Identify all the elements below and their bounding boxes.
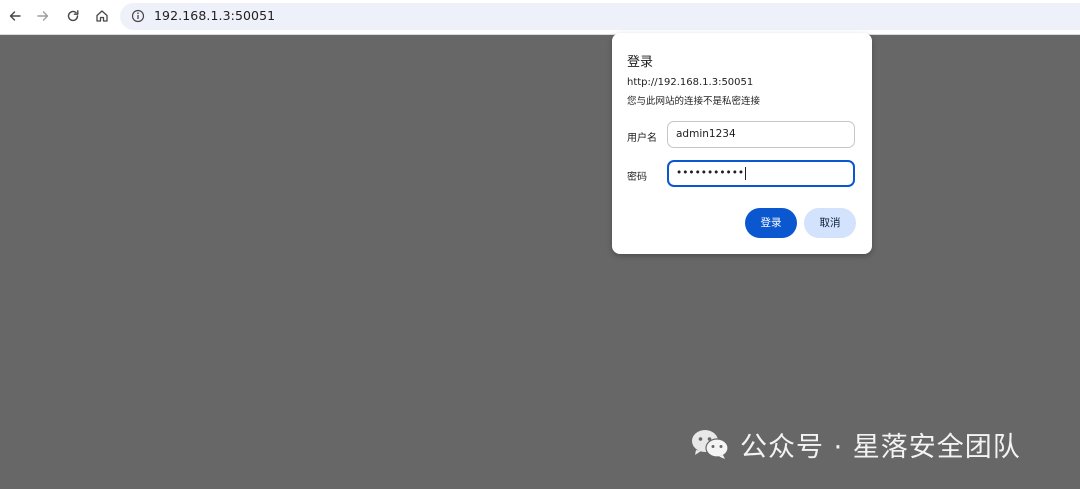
dialog-title: 登录 [627, 55, 654, 70]
forward-arrow-icon [37, 11, 49, 21]
dialog-warning: 您与此网站的连接不是私密连接 [627, 96, 761, 107]
cancel-button[interactable]: 取消 [804, 208, 856, 238]
home-icon [96, 10, 108, 22]
browser-window: 192.168.1.3:50051 登录 http://192.168.1.3:… [0, 0, 1080, 489]
username-input[interactable]: admin1234 [667, 121, 855, 148]
browser-toolbar: 192.168.1.3:50051 [0, 0, 1080, 35]
watermark-text: 公众号 · 星落安全团队 [740, 431, 1021, 463]
password-input[interactable]: ••••••••••• [667, 160, 855, 187]
reload-icon [67, 10, 79, 22]
back-arrow-icon [9, 11, 21, 21]
forward-button[interactable] [33, 6, 53, 26]
info-icon[interactable] [131, 9, 145, 23]
password-value: ••••••••••• [676, 167, 745, 179]
login-button[interactable]: 登录 [745, 208, 797, 238]
home-button[interactable] [92, 6, 112, 26]
password-label: 密码 [627, 172, 647, 183]
address-bar-url[interactable]: 192.168.1.3:50051 [154, 8, 275, 23]
reload-button[interactable] [63, 6, 83, 26]
watermark: 公众号 · 星落安全团队 [690, 424, 1021, 464]
username-label: 用户名 [627, 133, 657, 144]
address-bar[interactable]: 192.168.1.3:50051 [120, 3, 1080, 30]
dialog-url: http://192.168.1.3:50051 [627, 77, 754, 88]
wechat-icon [692, 430, 729, 459]
login-dialog: 登录 http://192.168.1.3:50051 您与此网站的连接不是私密… [612, 33, 872, 254]
back-button[interactable] [5, 6, 25, 26]
username-value: admin1234 [676, 128, 736, 140]
text-caret [745, 166, 747, 180]
